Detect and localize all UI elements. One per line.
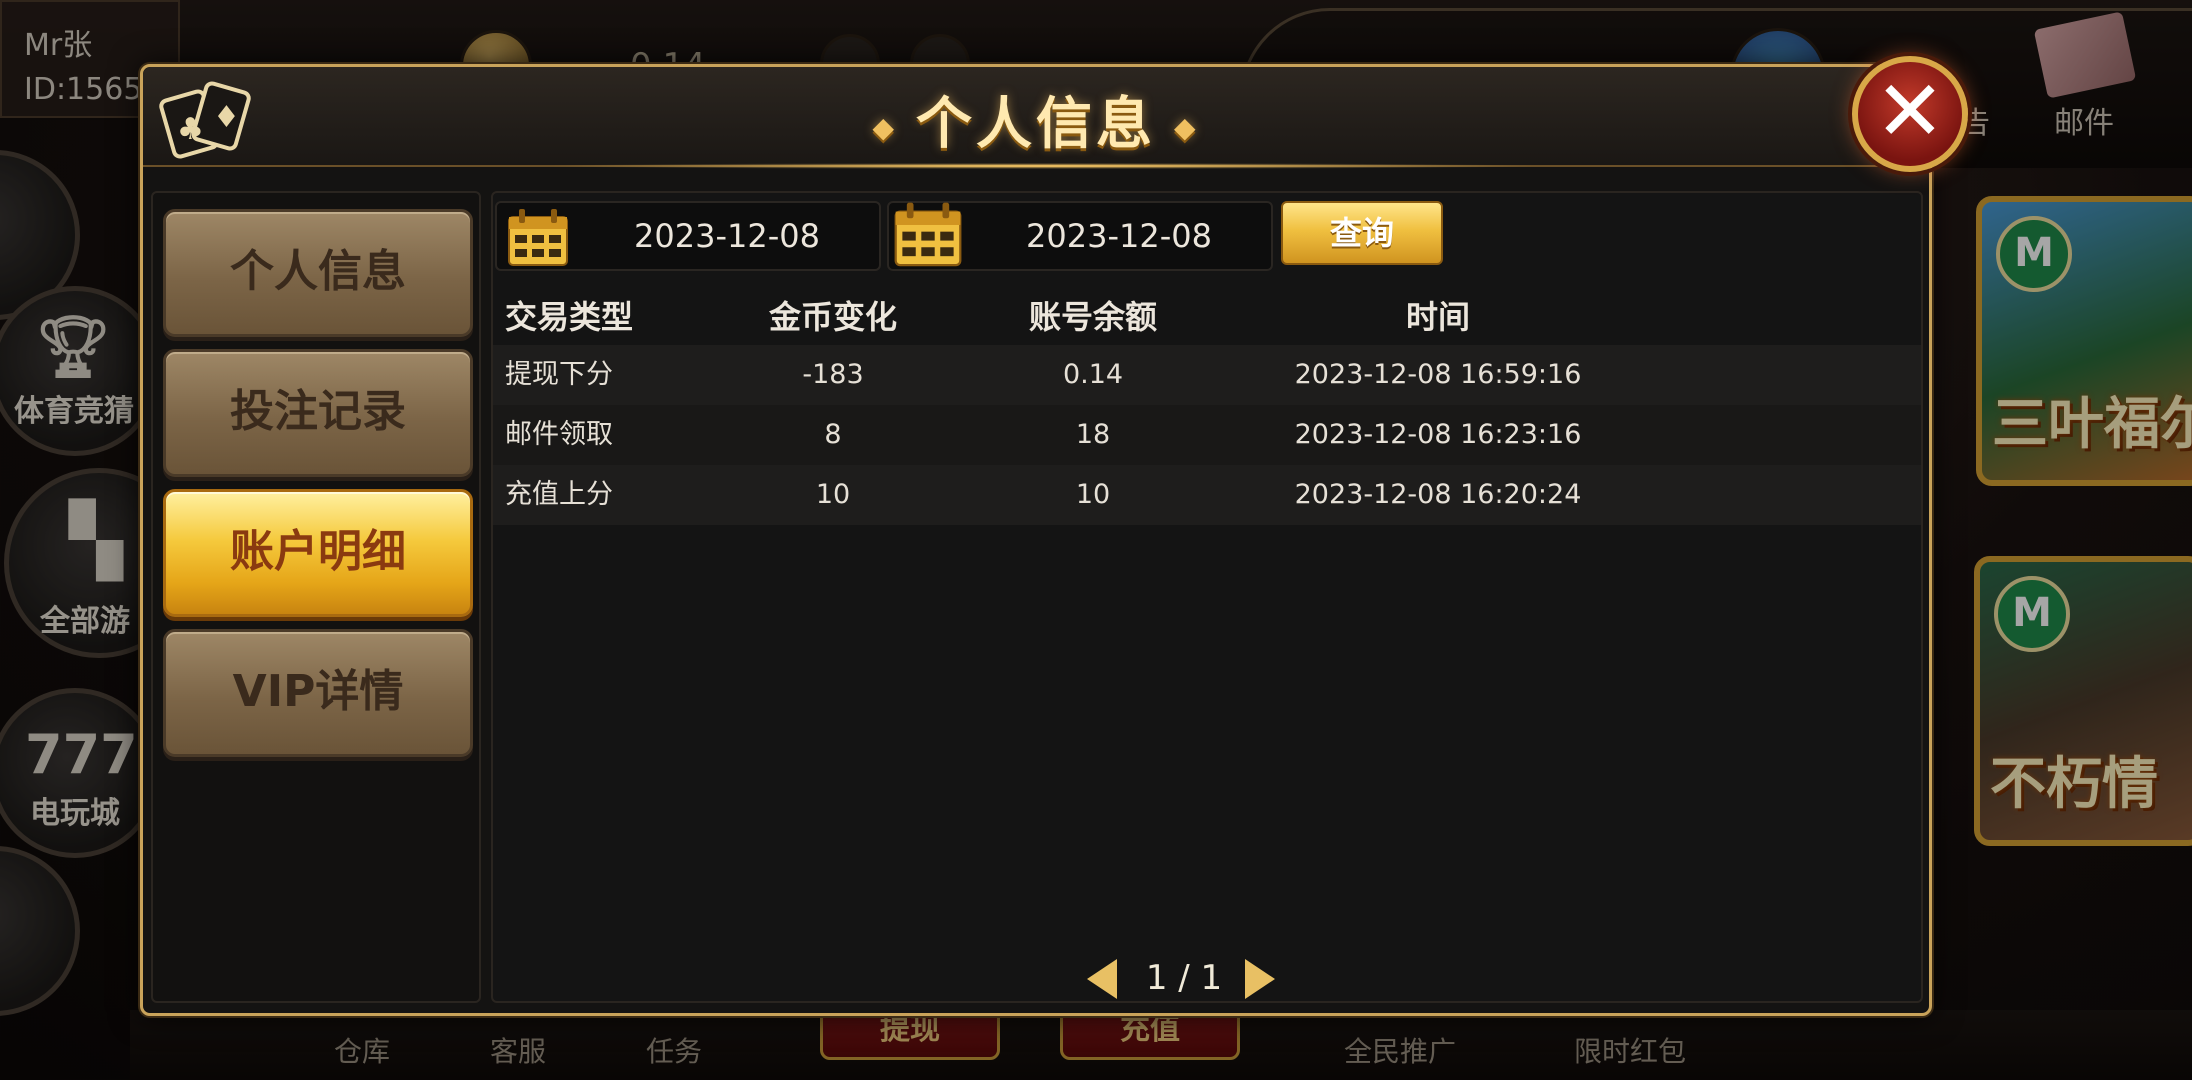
modal-sidebar: 个人信息 投注记录 账户明细 VIP详情	[151, 191, 481, 1003]
cell-coin-change: 10	[815, 479, 851, 510]
query-button[interactable]: 查询	[1281, 201, 1443, 265]
cell-coin-change: -183	[802, 359, 864, 390]
cell-time: 2023-12-08 16:23:16	[1294, 419, 1582, 450]
cell-type: 邮件领取	[505, 419, 613, 450]
header-coin-change: 金币变化	[768, 298, 897, 336]
prev-page-icon[interactable]	[1087, 959, 1117, 999]
cell-coin-change: 8	[824, 419, 842, 450]
cell-balance: 0.14	[1062, 359, 1124, 390]
calendar-icon	[508, 209, 568, 266]
header-balance: 账号余额	[1028, 298, 1157, 336]
start-date-value: 2023-12-08	[634, 217, 820, 255]
cell-balance: 18	[1075, 419, 1111, 450]
pagination: 1 / 1	[1073, 953, 1333, 1003]
cell-type: 充值上分	[505, 479, 613, 510]
tab-personal-info[interactable]: 个人信息	[163, 209, 473, 337]
tab-vip-details[interactable]: VIP详情	[163, 629, 473, 757]
account-details-panel: 2023-12-08 2023-12-08 查询 交易类型 金币变化 账号余额 …	[491, 191, 1923, 1003]
cell-time: 2023-12-08 16:59:16	[1294, 359, 1582, 390]
start-date-field[interactable]: 2023-12-08	[495, 201, 881, 271]
title-diamond-left-icon: ◆	[872, 111, 898, 145]
page-indicator: 1 / 1	[1145, 958, 1223, 998]
title-diamond-right-icon: ◆	[1174, 111, 1200, 145]
modal-header: ♣ ♦ ◆ 个人信息 ◆	[143, 67, 1929, 167]
cell-type: 提现下分	[505, 359, 613, 390]
header-glow	[543, 163, 1543, 169]
end-date-value: 2023-12-08	[1026, 217, 1212, 255]
next-page-icon[interactable]	[1245, 959, 1275, 999]
close-button[interactable]: ✕	[1852, 56, 1968, 172]
table-header: 交易类型 金币变化 账号余额 时间	[493, 289, 1921, 345]
modal-title: ◆ 个人信息 ◆	[143, 79, 1929, 160]
header-transaction-type: 交易类型	[505, 298, 634, 336]
modal-title-text: 个人信息	[916, 92, 1156, 157]
tab-account-details[interactable]: 账户明细	[163, 489, 473, 617]
cell-balance: 10	[1075, 479, 1111, 510]
tab-bet-records[interactable]: 投注记录	[163, 349, 473, 477]
end-date-field[interactable]: 2023-12-08	[887, 201, 1273, 271]
personal-info-modal: ♣ ♦ ◆ 个人信息 ◆ 个人信息 投注记录 账户明细 VIP详情 2023-1…	[140, 64, 1932, 1016]
header-time: 时间	[1405, 298, 1470, 336]
table-row: 充值上分 10 10 2023-12-08 16:20:24	[493, 465, 1921, 525]
table-row: 提现下分 -183 0.14 2023-12-08 16:59:16	[493, 345, 1921, 405]
table-row: 邮件领取 8 18 2023-12-08 16:23:16	[493, 405, 1921, 465]
cell-time: 2023-12-08 16:20:24	[1294, 479, 1582, 510]
calendar-icon	[894, 202, 962, 267]
